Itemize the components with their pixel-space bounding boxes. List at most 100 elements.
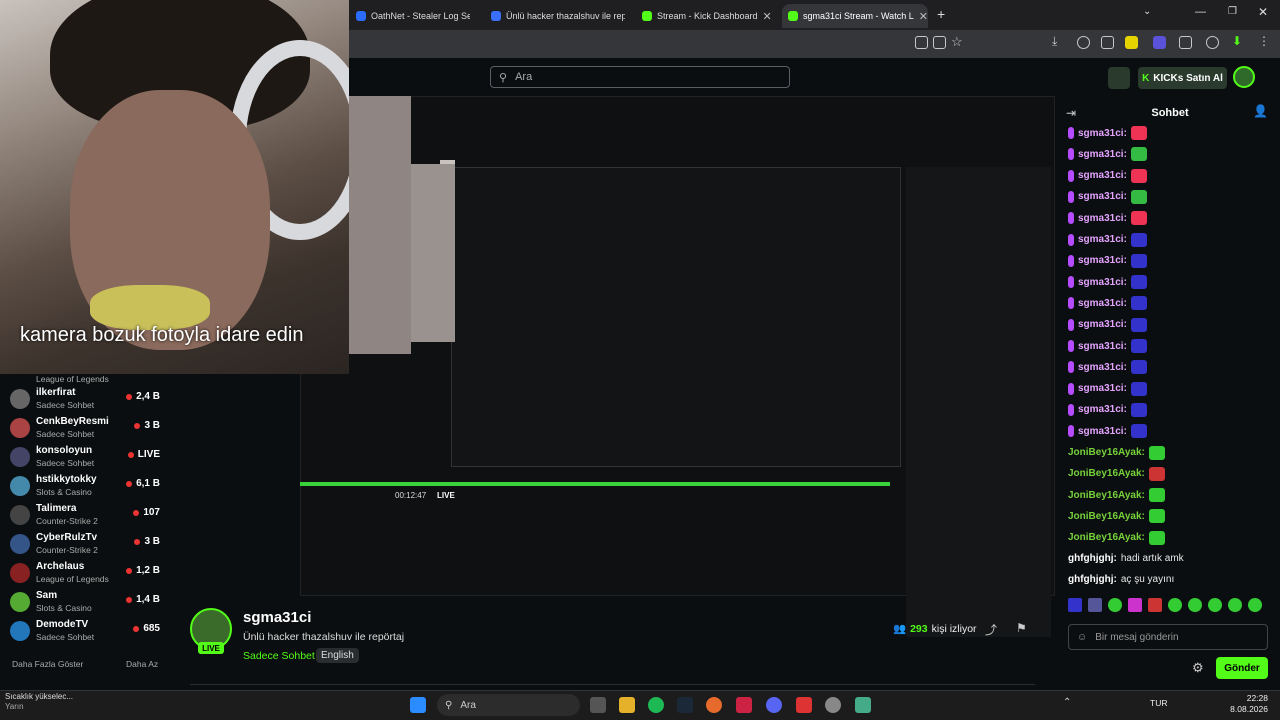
tab-oathnet[interactable]: OathNet - Stealer Log Search, B✕ <box>350 4 470 28</box>
extension-grid-icon[interactable] <box>1179 36 1192 49</box>
chat-username[interactable]: sgma31ci: <box>1078 277 1127 288</box>
app-red-icon[interactable] <box>796 697 812 713</box>
install-icon[interactable] <box>933 36 946 49</box>
chat-message[interactable]: sgma31ci: <box>1068 402 1147 417</box>
add-user-icon[interactable]: ⚑ <box>1016 621 1027 635</box>
chat-username[interactable]: ghfghjghj: <box>1068 553 1117 564</box>
app-window-icon[interactable] <box>855 697 871 713</box>
sidebar-channel[interactable]: Talimera Counter-Strike 2 107 <box>0 501 170 529</box>
sidebar-channel[interactable]: Archelaus League of Legends 1,2 B <box>0 559 170 587</box>
chat-username[interactable]: sgma31ci: <box>1078 426 1127 437</box>
chat-username[interactable]: sgma31ci: <box>1078 191 1127 202</box>
sidebar-channel[interactable]: Sam Slots & Casino 1,4 B <box>0 588 170 616</box>
chat-message[interactable]: JoniBey16Ayak: <box>1068 466 1165 481</box>
tray-chevron-icon[interactable]: ⌃ <box>1063 697 1071 708</box>
user-avatar[interactable] <box>1233 66 1255 88</box>
obs-icon[interactable] <box>825 697 841 713</box>
keyboard-language[interactable]: TUR <box>1150 698 1167 708</box>
chat-username[interactable]: sgma31ci: <box>1078 341 1127 352</box>
sidebar-channel[interactable]: ilkerfirat Sadece Sohbet 2,4 B <box>0 385 170 413</box>
chat-message[interactable]: JoniBey16Ayak: <box>1068 530 1165 545</box>
emote-picker-icon[interactable]: ☺ <box>1077 632 1087 643</box>
chat-message[interactable]: JoniBey16Ayak: <box>1068 488 1165 503</box>
firefox-icon[interactable] <box>706 697 722 713</box>
menu-icon[interactable]: ⋮ <box>1258 34 1270 48</box>
send-button[interactable]: Gönder <box>1216 657 1268 679</box>
taskbar-clock[interactable]: 22:28 8.08.2026 <box>1218 693 1268 715</box>
windows-start-icon[interactable] <box>410 697 426 713</box>
chat-username[interactable]: sgma31ci: <box>1078 404 1127 415</box>
chat-message[interactable]: sgma31ci: <box>1068 232 1147 247</box>
show-more-button[interactable]: Daha Fazla Göster <box>12 659 83 669</box>
emote-icon[interactable] <box>1068 598 1082 612</box>
share-icon[interactable]: ⤴ <box>985 621 997 638</box>
emote-icon[interactable] <box>1228 598 1242 612</box>
chat-username[interactable]: JoniBey16Ayak: <box>1068 532 1145 543</box>
show-less-button[interactable]: Daha Az <box>126 659 158 669</box>
bookmark-star-icon[interactable]: ☆ <box>951 34 963 50</box>
sync-icon[interactable] <box>1206 36 1219 49</box>
task-view-icon[interactable] <box>590 697 606 713</box>
extension-purple-icon[interactable] <box>1153 36 1166 49</box>
chat-username[interactable]: JoniBey16Ayak: <box>1068 511 1145 522</box>
emote-icon[interactable] <box>1208 598 1222 612</box>
chat-username[interactable]: JoniBey16Ayak: <box>1068 490 1145 501</box>
taskbar-search[interactable]: ⚲ Ara <box>437 694 580 716</box>
channel-name[interactable]: sgma31ci <box>243 609 311 626</box>
stream-category[interactable]: Sadece Sohbet <box>243 650 315 662</box>
chat-message[interactable]: sgma31ci: <box>1068 296 1147 311</box>
chat-message[interactable]: ghfghjghj: aç şu yayını <box>1068 574 1174 585</box>
tab-interview[interactable]: Ünlü hacker thazalshuv ile repörtaj✕ <box>485 4 625 28</box>
chat-username[interactable]: JoniBey16Ayak: <box>1068 447 1145 458</box>
chat-username[interactable]: JoniBey16Ayak: <box>1068 468 1145 479</box>
emote-icon[interactable] <box>1148 598 1162 612</box>
chat-username[interactable]: sgma31ci: <box>1078 319 1127 330</box>
emote-bar[interactable] <box>1068 598 1268 614</box>
chat-message[interactable]: sgma31ci: <box>1068 317 1147 332</box>
arrow-down-icon[interactable]: ⬇ <box>1232 34 1242 48</box>
chat-username[interactable]: sgma31ci: <box>1078 213 1127 224</box>
close-window-icon[interactable]: ✕ <box>1258 5 1268 19</box>
chat-message[interactable]: sgma31ci: <box>1068 360 1147 375</box>
sidebar-channel[interactable]: CenkBeyResmi Sadece Sohbet 3 B <box>0 414 170 442</box>
tab-kick-dashboard[interactable]: Stream - Kick Dashboard ✕ <box>636 4 776 28</box>
chat-message[interactable]: ghfghjghj: hadi artık amk <box>1068 553 1184 564</box>
spotify-icon[interactable] <box>648 697 664 713</box>
chat-message[interactable]: sgma31ci: <box>1068 211 1147 226</box>
chat-username[interactable]: sgma31ci: <box>1078 170 1127 181</box>
chat-input[interactable]: ☺ Bir mesaj gönderin <box>1068 624 1268 650</box>
chat-message[interactable]: sgma31ci: <box>1068 253 1147 268</box>
chat-message[interactable]: sgma31ci: <box>1068 381 1147 396</box>
chat-message[interactable]: sgma31ci: <box>1068 339 1147 353</box>
chat-message[interactable]: sgma31ci: <box>1068 126 1147 140</box>
kicks-buy-button[interactable]: K KICKs Satın Al <box>1138 67 1227 89</box>
tab-search-chevron-icon[interactable]: ⌄ <box>1143 6 1151 17</box>
steam-icon[interactable] <box>677 697 693 713</box>
minimize-icon[interactable]: — <box>1195 6 1206 18</box>
emote-icon[interactable] <box>1128 598 1142 612</box>
chat-message[interactable]: JoniBey16Ayak: <box>1068 509 1165 524</box>
discord-icon[interactable] <box>766 697 782 713</box>
language-tag[interactable]: English <box>316 648 359 663</box>
chat-username[interactable]: sgma31ci: <box>1078 362 1127 373</box>
chat-message[interactable]: sgma31ci: <box>1068 275 1147 290</box>
video-progress-bar[interactable] <box>300 482 890 486</box>
chat-users-icon[interactable]: 👤 <box>1253 104 1268 118</box>
extensions-icon[interactable] <box>1101 36 1114 49</box>
emote-icon[interactable] <box>1188 598 1202 612</box>
chat-username[interactable]: sgma31ci: <box>1078 128 1127 139</box>
chat-username[interactable]: sgma31ci: <box>1078 298 1127 309</box>
weather-widget[interactable]: Sıcaklık yükselec... Yarın <box>5 692 73 712</box>
chat-message[interactable]: sgma31ci: <box>1068 424 1147 439</box>
chat-message[interactable]: JoniBey16Ayak: <box>1068 445 1165 460</box>
chat-username[interactable]: sgma31ci: <box>1078 149 1127 160</box>
emote-icon[interactable] <box>1108 598 1122 612</box>
app-icon[interactable] <box>736 697 752 713</box>
sidebar-channel[interactable]: DemodeTV Sadece Sohbet 685 <box>0 617 170 645</box>
download-icon[interactable]: ⤓ <box>1052 34 1057 49</box>
profile-icon[interactable] <box>1077 36 1090 49</box>
chat-message[interactable]: sgma31ci: <box>1068 189 1147 204</box>
gear-icon[interactable]: ⚙ <box>1192 660 1206 675</box>
chat-message[interactable]: sgma31ci: <box>1068 147 1147 162</box>
grid-icon[interactable] <box>1108 67 1130 89</box>
